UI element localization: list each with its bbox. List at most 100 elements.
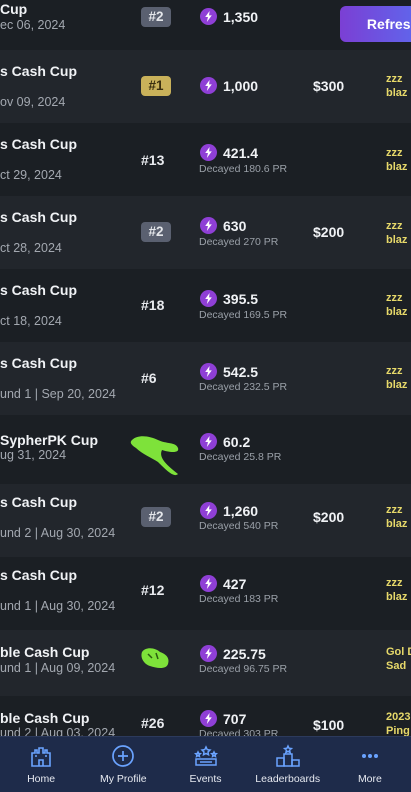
tournament-title: s Cash Cup [0, 209, 78, 225]
power-rank-icon [200, 575, 217, 592]
rank-label: #18 [141, 297, 165, 313]
power-rank-icon [200, 8, 217, 25]
rank-label: #26 [141, 715, 165, 731]
nav-label: More [357, 773, 382, 785]
pr-value: 60.2 [223, 434, 251, 450]
trophy-stars-icon [193, 745, 218, 766]
team-names: zzz blaz [386, 73, 408, 99]
bottom-navigation: Home My Profile Events Leaderboards More [0, 736, 411, 792]
nav-label: Home [27, 773, 56, 785]
list-item[interactable]: s Cash Cup ct 18, 2024 #18 395.5 Decayed… [0, 269, 411, 342]
list-item[interactable]: s Cash Cup ct 29, 2024 #13 421.4 Decayed… [0, 123, 411, 196]
nav-more[interactable]: More [329, 737, 411, 792]
tournament-title: ble Cash Cup [0, 710, 90, 726]
prize-amount: $300 [313, 78, 345, 94]
decayed-pr: Decayed 303 PR [199, 728, 279, 736]
list-item[interactable]: ble Cash Cup und 1 | Aug 09, 2024 225.75… [0, 630, 411, 696]
prize-amount: $200 [313, 509, 345, 525]
decayed-pr: Decayed 183 PR [199, 593, 279, 605]
nav-events[interactable]: Events [164, 737, 246, 792]
tournament-date: und 1 | Aug 30, 2024 [0, 599, 116, 613]
rank-badge: #1 [141, 76, 171, 96]
decayed-pr: Decayed 180.6 PR [199, 163, 288, 175]
team-names: zzz blaz [386, 577, 408, 603]
power-rank-icon [200, 217, 217, 234]
rank-label: #12 [141, 582, 165, 598]
team-names: 2023 Ping [386, 711, 411, 736]
rank-label: #13 [141, 152, 165, 168]
nav-my-profile[interactable]: My Profile [82, 737, 164, 792]
team-names: zzz blaz [386, 504, 408, 530]
tournament-title: s Cash Cup [0, 494, 78, 510]
tournament-title: SypherPK Cup [0, 432, 99, 448]
refresh-button[interactable]: Refresh [340, 6, 411, 42]
pr-value: 707 [223, 711, 247, 727]
nav-label: My Profile [99, 773, 147, 785]
list-item[interactable]: s Cash Cup und 1 | Aug 30, 2024 #12 427 … [0, 557, 411, 630]
prize-amount: $100 [313, 717, 345, 733]
redaction-scribble [130, 436, 179, 476]
ellipsis-icon [361, 754, 378, 758]
list-item[interactable]: s Cash Cup ov 09, 2024 #1 1,000 $300 zzz… [0, 50, 411, 123]
tournament-date: ug 31, 2024 [0, 448, 67, 462]
prize-amount: $200 [313, 224, 345, 240]
tournament-history-list: Cup ec 06, 2024 #2 1,350 s Cash Cup ov 0… [0, 0, 411, 736]
tournament-date: ec 06, 2024 [0, 18, 66, 32]
power-rank-icon [200, 433, 217, 450]
pr-value: 427 [223, 576, 247, 592]
tournament-title: s Cash Cup [0, 355, 78, 371]
nav-label: Events [189, 773, 222, 785]
team-names: Gol DSad [386, 646, 411, 672]
tournament-date: ct 29, 2024 [0, 168, 62, 182]
decayed-pr: Decayed 270 PR [199, 236, 279, 248]
nav-home[interactable]: Home [0, 737, 82, 792]
pr-value: 1,260 [223, 503, 259, 519]
decayed-pr: Decayed 540 PR [199, 520, 279, 532]
tournament-date: ct 28, 2024 [0, 241, 62, 255]
pr-value: 225.75 [223, 646, 266, 662]
decayed-pr: Decayed 169.5 PR [199, 309, 288, 321]
list-item[interactable]: s Cash Cup ct 28, 2024 #2 630 Decayed 27… [0, 196, 411, 269]
podium-icon [275, 744, 300, 767]
tournament-date: ct 18, 2024 [0, 314, 62, 328]
power-rank-icon [200, 710, 217, 727]
power-rank-icon [200, 502, 217, 519]
pr-value: 421.4 [223, 145, 259, 161]
tournament-date: ov 09, 2024 [0, 95, 66, 109]
power-rank-icon [200, 290, 217, 307]
list-item[interactable]: s Cash Cup und 2 | Aug 30, 2024 #2 1,260… [0, 484, 411, 557]
decayed-pr: Decayed 96.75 PR [199, 663, 288, 675]
rank-label: #6 [141, 370, 157, 386]
nav-label: Leaderboards [255, 773, 321, 785]
decayed-pr: Decayed 25.8 PR [199, 451, 282, 463]
tournament-date: und 1 | Aug 09, 2024 [0, 661, 116, 675]
power-rank-icon [200, 144, 217, 161]
nav-leaderboards[interactable]: Leaderboards [247, 737, 329, 792]
list-item[interactable]: SypherPK Cup ug 31, 2024 60.2 Decayed 25… [0, 415, 411, 484]
tournament-title: ble Cash Cup [0, 644, 90, 660]
plus-circle-icon [112, 745, 135, 767]
tournament-date: und 2 | Aug 03, 2024 [0, 726, 116, 736]
team-names: zzz blaz [386, 147, 408, 173]
list-item[interactable]: ble Cash Cup und 2 | Aug 03, 2024 #26 70… [0, 696, 411, 736]
rank-badge: #2 [141, 222, 171, 242]
pr-value: 395.5 [223, 291, 259, 307]
tournament-date: und 2 | Aug 30, 2024 [0, 526, 116, 540]
pr-value: 630 [223, 218, 247, 234]
rank-badge: #2 [141, 7, 171, 27]
rank-badge: #2 [141, 507, 171, 527]
team-names: zzz blaz [386, 220, 408, 246]
power-rank-icon [200, 77, 217, 94]
tournament-title: s Cash Cup [0, 282, 78, 298]
tournament-title: s Cash Cup [0, 63, 78, 79]
power-rank-icon [200, 645, 217, 662]
decayed-pr: Decayed 232.5 PR [199, 381, 288, 393]
team-names: zzz blaz [386, 365, 408, 391]
list-item[interactable]: s Cash Cup und 1 | Sep 20, 2024 #6 542.5… [0, 342, 411, 415]
power-rank-icon [200, 363, 217, 380]
team-names: zzz blaz [386, 292, 408, 318]
tournament-title: s Cash Cup [0, 567, 78, 583]
pr-value: 1,000 [223, 78, 259, 94]
pr-value: 1,350 [223, 9, 259, 25]
castle-icon [31, 747, 51, 767]
